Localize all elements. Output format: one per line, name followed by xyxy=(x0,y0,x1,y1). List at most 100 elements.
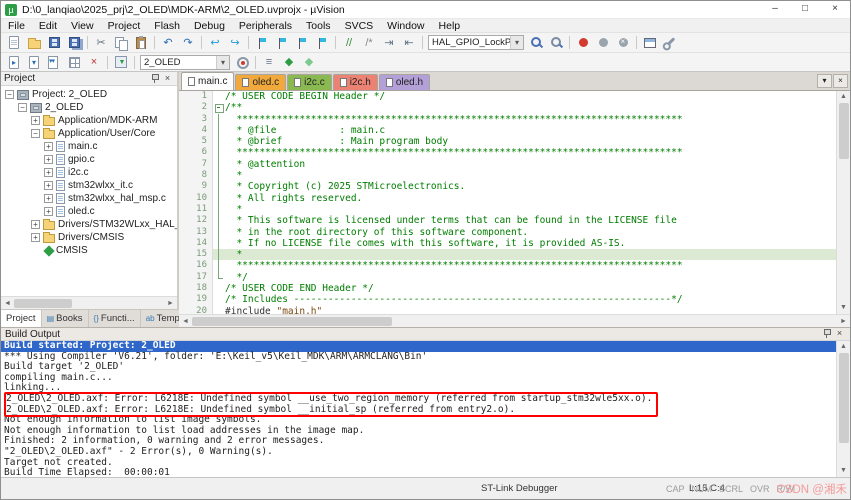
editor-tab-oled.h[interactable]: oled.h xyxy=(379,74,430,90)
panel-tab-functions[interactable]: {}Functi... xyxy=(89,310,141,327)
chevron-down-icon[interactable]: ▾ xyxy=(510,36,523,49)
fold-toggle-icon[interactable] xyxy=(213,102,225,113)
menu-project[interactable]: Project xyxy=(101,19,148,33)
tree-item[interactable]: −2_OLED xyxy=(1,101,177,114)
build-button[interactable] xyxy=(24,53,44,71)
manage-rte-button[interactable]: ◆ xyxy=(279,53,299,71)
panel-tab-project[interactable]: Project xyxy=(1,310,42,327)
tab-list-dropdown-button[interactable]: ▾ xyxy=(817,74,832,88)
scroll-down-icon[interactable]: ▼ xyxy=(840,302,847,314)
cut-button[interactable]: ✂ xyxy=(91,34,111,52)
tree-expander[interactable]: + xyxy=(44,181,53,190)
find-button[interactable] xyxy=(546,34,566,52)
debug-windows-button[interactable] xyxy=(640,34,660,52)
scroll-left-icon[interactable]: ◄ xyxy=(179,318,192,325)
tree-item[interactable]: −CMSIS xyxy=(1,244,177,257)
minimize-button[interactable]: – xyxy=(760,1,790,19)
scroll-track[interactable] xyxy=(837,103,850,302)
breakpoint-disable-all-button[interactable] xyxy=(593,34,613,52)
find-in-files-button[interactable] xyxy=(526,34,546,52)
bookmark-clear-all-button[interactable] xyxy=(312,34,332,52)
menu-file[interactable]: File xyxy=(1,19,32,33)
menu-tools[interactable]: Tools xyxy=(299,19,338,33)
scrollbar-thumb[interactable] xyxy=(14,299,72,308)
undo-button[interactable]: ↶ xyxy=(158,34,178,52)
tree-expander[interactable]: + xyxy=(44,142,53,151)
bookmark-toggle-button[interactable] xyxy=(252,34,272,52)
bookmark-next-button[interactable] xyxy=(292,34,312,52)
target-options-button[interactable] xyxy=(232,53,252,71)
scroll-track[interactable] xyxy=(837,353,850,465)
tree-item[interactable]: +stm32wlxx_it.c xyxy=(1,179,177,192)
menu-view[interactable]: View xyxy=(64,19,101,33)
save-button[interactable] xyxy=(44,34,64,52)
target-select[interactable]: 2_OLED▾ xyxy=(140,55,230,70)
tree-item[interactable]: +main.c xyxy=(1,140,177,153)
indent-left-button[interactable]: ⇤ xyxy=(399,34,419,52)
rebuild-all-button[interactable] xyxy=(44,53,64,71)
search-combo[interactable]: HAL_GPIO_LockPin▾ xyxy=(428,35,524,50)
breakpoint-kill-all-button[interactable] xyxy=(613,34,633,52)
tree-expander[interactable]: + xyxy=(44,168,53,177)
output-pin-button[interactable] xyxy=(820,328,833,340)
chevron-down-icon[interactable]: ▾ xyxy=(216,56,229,69)
indent-right-button[interactable]: ⇥ xyxy=(379,34,399,52)
editor-tab-main.c[interactable]: main.c xyxy=(181,72,234,90)
redo-button[interactable]: ↷ xyxy=(178,34,198,52)
panel-pin-button[interactable] xyxy=(148,73,161,85)
menu-help[interactable]: Help xyxy=(432,19,468,33)
tree-expander[interactable]: + xyxy=(31,116,40,125)
scroll-up-icon[interactable]: ▲ xyxy=(840,91,847,103)
scroll-up-icon[interactable]: ▲ xyxy=(840,341,847,353)
bookmark-previous-button[interactable] xyxy=(272,34,292,52)
comment-selection-button[interactable]: // xyxy=(339,34,359,52)
batch-build-button[interactable] xyxy=(64,53,84,71)
panel-close-button[interactable]: × xyxy=(161,73,174,85)
stop-build-button[interactable]: × xyxy=(84,53,104,71)
project-horizontal-scrollbar[interactable]: ◄ ► xyxy=(1,296,177,309)
scrollbar-thumb[interactable] xyxy=(839,353,849,443)
editor-tab-oled.c[interactable]: oled.c xyxy=(235,74,286,90)
tree-item[interactable]: +Drivers/STM32WLxx_HAL_Driver xyxy=(1,218,177,231)
tree-item[interactable]: +Drivers/CMSIS xyxy=(1,231,177,244)
scrollbar-thumb[interactable] xyxy=(192,317,392,326)
menu-window[interactable]: Window xyxy=(380,19,431,33)
menu-svcs[interactable]: SVCS xyxy=(338,19,381,33)
file-extensions-button[interactable]: ≡ xyxy=(259,53,279,71)
output-close-button[interactable]: × xyxy=(833,328,846,340)
tree-item[interactable]: +oled.c xyxy=(1,205,177,218)
tree-expander[interactable]: + xyxy=(44,155,53,164)
breakpoint-toggle-button[interactable] xyxy=(573,34,593,52)
scrollbar-thumb[interactable] xyxy=(839,103,849,159)
tree-expander[interactable]: + xyxy=(44,207,53,216)
tree-expander[interactable]: + xyxy=(44,194,53,203)
paste-button[interactable] xyxy=(131,34,151,52)
editor-tab-i2c.c[interactable]: i2c.c xyxy=(287,74,332,90)
tree-expander[interactable]: + xyxy=(31,220,40,229)
translate-file-button[interactable] xyxy=(4,53,24,71)
tree-item[interactable]: +gpio.c xyxy=(1,153,177,166)
tree-expander[interactable]: − xyxy=(31,129,40,138)
panel-tab-books[interactable]: ▤Books xyxy=(42,310,89,327)
tree-item[interactable]: +Application/MDK-ARM xyxy=(1,114,177,127)
copy-button[interactable] xyxy=(111,34,131,52)
pack-installer-button[interactable]: ◆ xyxy=(299,53,319,71)
scroll-left-icon[interactable]: ◄ xyxy=(1,300,14,307)
close-button[interactable]: × xyxy=(820,1,850,19)
tree-expander[interactable]: − xyxy=(18,103,27,112)
menu-edit[interactable]: Edit xyxy=(32,19,64,33)
new-file-button[interactable] xyxy=(4,34,24,52)
scroll-down-icon[interactable]: ▼ xyxy=(840,465,847,477)
editor-vertical-scrollbar[interactable]: ▲ ▼ xyxy=(836,91,850,314)
close-document-button[interactable]: × xyxy=(833,74,848,88)
save-all-button[interactable] xyxy=(64,34,84,52)
download-button[interactable] xyxy=(111,53,131,71)
tree-item[interactable]: −Application/User/Core xyxy=(1,127,177,140)
scroll-right-icon[interactable]: ► xyxy=(164,300,177,307)
editor-horizontal-scrollbar[interactable]: ◄ ► xyxy=(179,314,850,327)
tree-expander[interactable]: + xyxy=(31,233,40,242)
code-area[interactable]: 1/* USER CODE BEGIN Header */2/**3 *****… xyxy=(179,90,850,314)
navigate-forward-button[interactable]: ↪ xyxy=(225,34,245,52)
output-vertical-scrollbar[interactable]: ▲ ▼ xyxy=(836,341,850,477)
tree-expander[interactable]: − xyxy=(5,90,14,99)
